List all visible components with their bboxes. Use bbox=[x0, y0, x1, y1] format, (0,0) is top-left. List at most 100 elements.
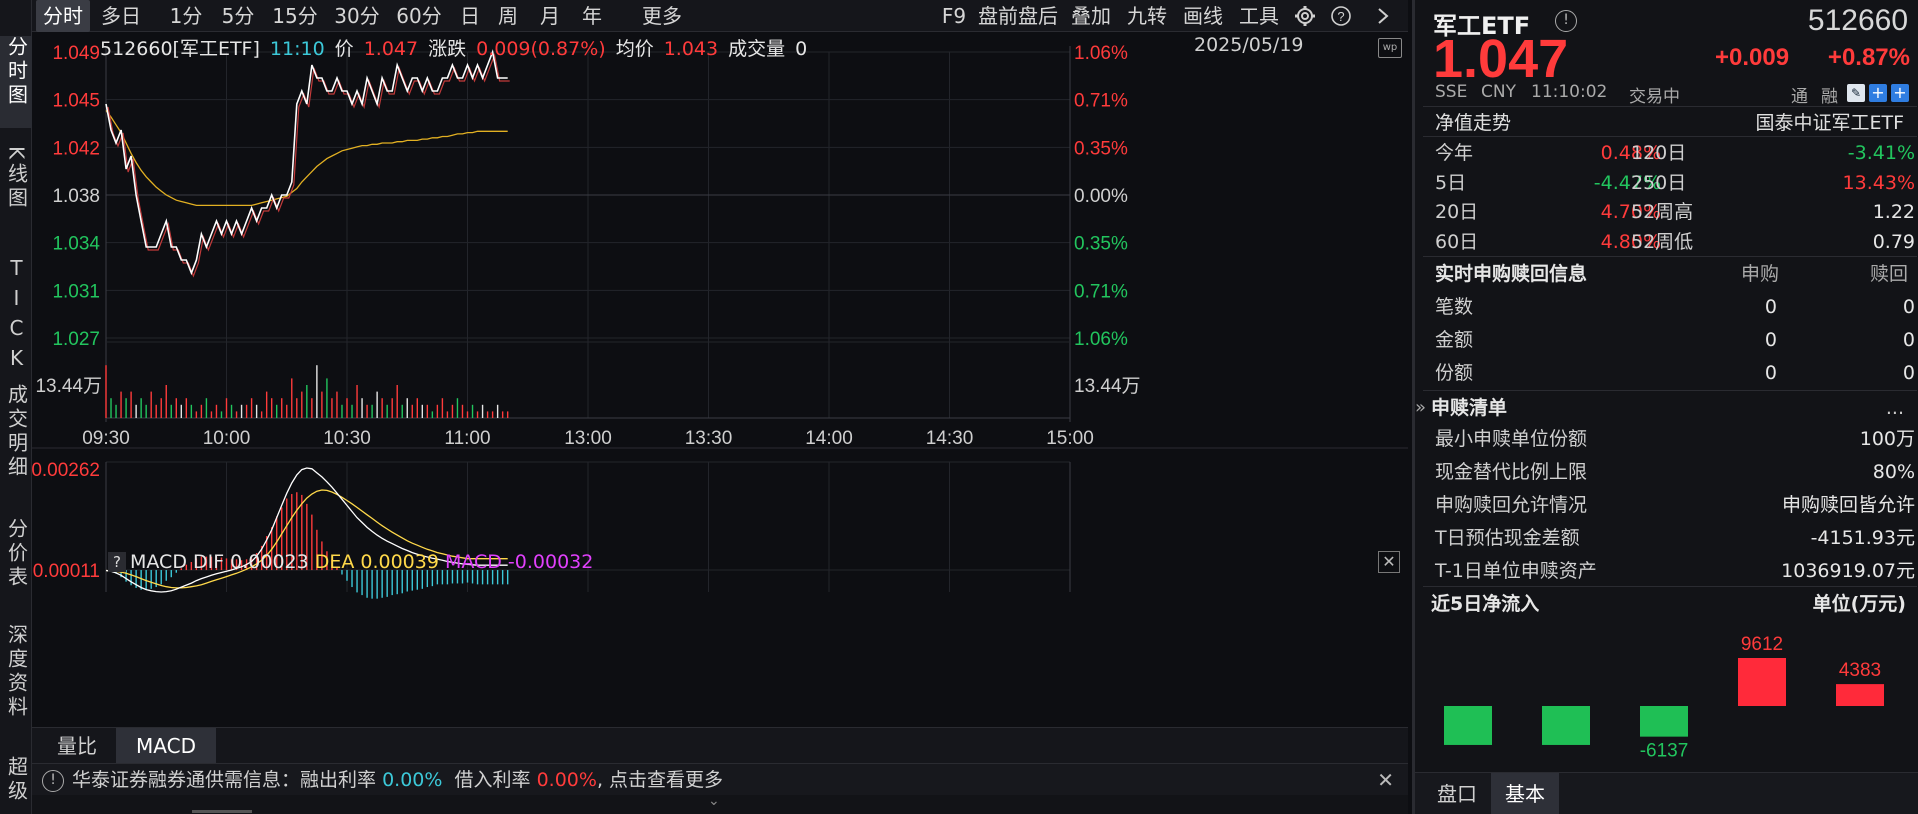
nav-trade-detail-label: 成交明细 bbox=[4, 384, 29, 480]
list-row-label: 申购赎回允许情况 bbox=[1435, 494, 1588, 516]
macd-help-icon[interactable]: ? bbox=[108, 552, 126, 572]
plus-icon[interactable]: + bbox=[1891, 84, 1909, 102]
period-toolbar: 分时 多日 1分 5分 15分 30分 60分 日 周 月 年 更多 F9 盘前… bbox=[32, 0, 1408, 32]
edit-icon[interactable]: ✎ bbox=[1847, 84, 1865, 102]
nav-trade-detail[interactable]: 成交明细 bbox=[0, 384, 32, 502]
redeem-row-label: 金额 bbox=[1435, 329, 1474, 351]
y-tick-right: 0.71% bbox=[1074, 281, 1128, 302]
chevron-right-icon[interactable] bbox=[1368, 0, 1398, 32]
x-tick-label: 15:00 bbox=[1046, 428, 1094, 449]
nav-row-label1: 60日 bbox=[1435, 230, 1479, 253]
list-row-value: 80% bbox=[1872, 461, 1915, 483]
redeem-row: 金额 0 0 bbox=[1435, 325, 1915, 355]
timeshare-chart[interactable]: 1.049 1.06% 1.045 0.71% 1.042 0.35% 1.038 0.00%… bbox=[32, 32, 1408, 727]
period-30min[interactable]: 30分 bbox=[332, 0, 382, 32]
period-60min[interactable]: 60分 bbox=[394, 0, 444, 32]
add-icon[interactable]: + bbox=[1869, 84, 1887, 102]
net-inflow-chart: -6137 9612 4383 bbox=[1444, 634, 1884, 762]
list-row-label: T日预估现金差额 bbox=[1435, 527, 1580, 549]
info-change-label: 涨跌 bbox=[428, 38, 467, 60]
bottom-scroll-bar: ⌄ bbox=[32, 793, 1408, 814]
nav-row-value2: 13.43% bbox=[1842, 171, 1915, 194]
tools-button[interactable]: 工具 bbox=[1236, 0, 1282, 32]
redeem-col-subscribe: 申购 bbox=[1740, 263, 1779, 285]
x-tick-label: 13:30 bbox=[685, 428, 733, 449]
draw-button[interactable]: 画线 bbox=[1180, 0, 1226, 32]
period-more[interactable]: 更多 bbox=[638, 0, 686, 32]
nav-tick[interactable]: TICK bbox=[0, 256, 32, 376]
indicator-tabs: 量比 MACD bbox=[32, 727, 1408, 764]
tab-orderbook[interactable]: 盘口 bbox=[1429, 773, 1485, 814]
list-row-value: 100万 bbox=[1859, 428, 1915, 450]
period-year[interactable]: 年 bbox=[578, 0, 606, 32]
last-price: 1.047 bbox=[1433, 29, 1569, 89]
list-more-button[interactable]: ... bbox=[1886, 392, 1904, 424]
redeem-row: 笔数 0 0 bbox=[1435, 292, 1915, 322]
tab-macd[interactable]: MACD bbox=[116, 728, 216, 764]
chevron-down-icon[interactable]: ⌄ bbox=[708, 793, 720, 809]
info-price: 1.047 bbox=[363, 38, 419, 60]
collapse-chevron-icon[interactable]: » bbox=[1415, 392, 1426, 424]
f9-button[interactable]: F9 bbox=[937, 0, 971, 32]
period-5min[interactable]: 5分 bbox=[218, 0, 258, 32]
list-title-text: 申赎清单 bbox=[1431, 397, 1508, 419]
security-code: 512660 bbox=[1807, 4, 1908, 37]
nav-row-label2: 120日 bbox=[1631, 142, 1687, 164]
nav-row: 5日 -4.47% 250日 13.43% bbox=[1435, 168, 1915, 198]
tag-connect[interactable]: 通 bbox=[1791, 82, 1808, 107]
nav-section-index[interactable]: 国泰中证军工ETF bbox=[1755, 108, 1904, 135]
period-day[interactable]: 日 bbox=[456, 0, 484, 32]
help-icon[interactable]: ? bbox=[1326, 0, 1356, 32]
nav-row-value2: -3.41% bbox=[1847, 142, 1915, 164]
nav-row-value2: 1.22 bbox=[1872, 201, 1915, 223]
price-line bbox=[105, 49, 508, 276]
exchange-label: SSE bbox=[1435, 82, 1468, 102]
inflow-bar bbox=[1444, 706, 1492, 745]
list-row: T-1日单位申赎资产 1036919.07元 bbox=[1435, 556, 1915, 586]
redeem-row-subscribe: 0 bbox=[1764, 362, 1777, 384]
y-tick-left: 1.038 bbox=[52, 186, 100, 207]
tab-basic[interactable]: 基本 bbox=[1491, 773, 1559, 814]
redeem-row-redeem: 0 bbox=[1902, 362, 1915, 384]
nav-row: 60日 4.80% 52周低 0.79 bbox=[1435, 227, 1915, 257]
scroll-thumb[interactable] bbox=[192, 810, 252, 813]
overlay-button[interactable]: 叠加 bbox=[1068, 0, 1114, 32]
nav-price-table[interactable]: 分价表 bbox=[0, 518, 32, 608]
tab-volume-ratio[interactable]: 量比 bbox=[38, 728, 116, 764]
period-15min[interactable]: 15分 bbox=[270, 0, 320, 32]
nav-tick-label: TICK bbox=[4, 256, 29, 376]
macd-y-tick: 0.00011 bbox=[33, 561, 100, 582]
period-month[interactable]: 月 bbox=[536, 0, 564, 32]
nav-depth[interactable]: 深度资料 bbox=[0, 624, 32, 744]
nav-row-label1: 今年 bbox=[1435, 142, 1474, 164]
redeem-row-redeem: 0 bbox=[1902, 329, 1915, 351]
period-week[interactable]: 周 bbox=[494, 0, 522, 32]
period-multiday[interactable]: 多日 bbox=[98, 0, 144, 32]
pre-post-market-button[interactable]: 盘前盘后 bbox=[974, 0, 1062, 32]
macd-dea-label: DEA bbox=[314, 551, 355, 573]
fullscreen-icon[interactable]: wp bbox=[1378, 38, 1402, 58]
settings-gear-icon[interactable] bbox=[1290, 0, 1320, 32]
period-timeshare[interactable]: 分时 bbox=[36, 0, 90, 32]
nav-kline[interactable]: K线图 bbox=[0, 146, 32, 238]
macd-close-icon[interactable]: ✕ bbox=[1378, 551, 1400, 573]
macd-dif-label: MACD DIF bbox=[130, 551, 225, 573]
y-tick-left: 1.042 bbox=[52, 138, 100, 159]
list-section-title: 申赎清单 bbox=[1431, 392, 1907, 424]
volume-axis-label: 13.44万 bbox=[35, 376, 102, 397]
nav-timeshare[interactable]: 分时图 bbox=[0, 36, 32, 128]
list-row-value: 申购赎回皆允许 bbox=[1781, 494, 1915, 516]
tag-margin[interactable]: 融 bbox=[1821, 82, 1838, 107]
nav-row-label2: 52周高 bbox=[1631, 201, 1694, 223]
list-row-label: 现金替代比例上限 bbox=[1435, 461, 1588, 483]
list-row-label: T-1日单位申赎资产 bbox=[1435, 560, 1597, 582]
redeem-col-redeem: 赎回 bbox=[1869, 263, 1908, 285]
nine-turn-button[interactable]: 九转 bbox=[1124, 0, 1170, 32]
y-tick-right: 0.35% bbox=[1074, 234, 1128, 255]
margin-notice-bar[interactable]: ! 华泰证券融券通供需信息：融出利率 0.00% 借入利率 0.00%, 点击查看… bbox=[32, 763, 1408, 795]
notice-close-icon[interactable]: ✕ bbox=[1377, 764, 1394, 796]
y-tick-right: 1.06% bbox=[1074, 329, 1128, 350]
period-1min[interactable]: 1分 bbox=[166, 0, 206, 32]
nav-super[interactable]: 超级 bbox=[0, 756, 32, 814]
notice-suffix: , 点击查看更多 bbox=[596, 769, 724, 791]
